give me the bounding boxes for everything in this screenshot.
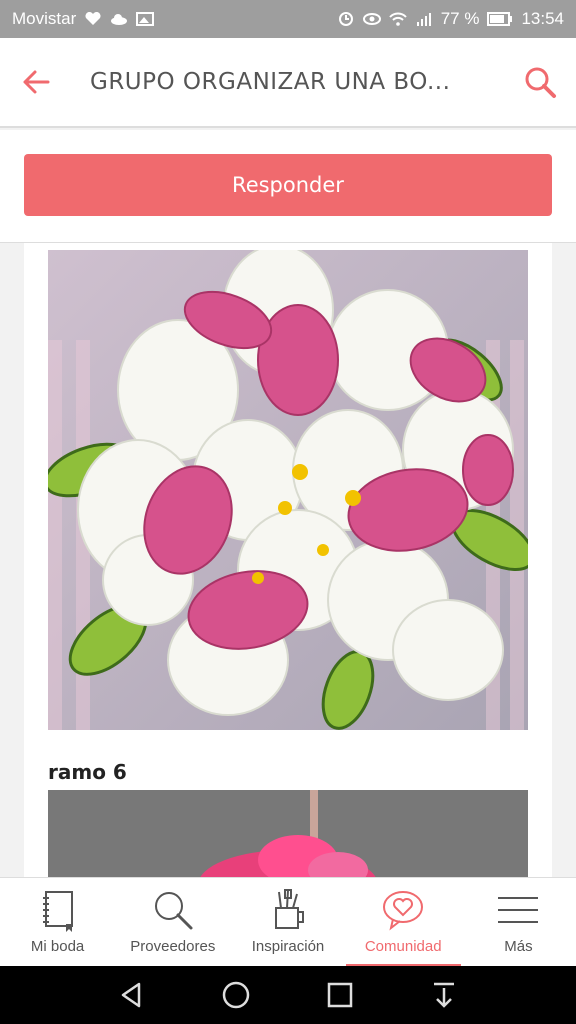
page-title: GRUPO ORGANIZAR UNA BO...	[90, 69, 451, 95]
arrow-left-icon	[23, 70, 50, 94]
nav-label: Proveedores	[130, 938, 216, 955]
post-content: ramo 6	[24, 243, 552, 877]
nav-item-mas[interactable]: Más	[461, 878, 576, 967]
back-button[interactable]	[0, 37, 72, 127]
post-caption: ramo 6	[48, 760, 127, 784]
notebook-icon	[42, 891, 73, 932]
status-bar: Movistar 77 % 13:54	[0, 0, 576, 38]
bottom-navigation: Mi boda Proveedores Inspiración Comunida…	[0, 877, 576, 967]
image-icon	[136, 12, 155, 26]
battery-icon	[487, 12, 513, 26]
nav-label: Comunidad	[364, 938, 442, 955]
tools-cup-icon	[275, 889, 304, 929]
nav-item-comunidad[interactable]: Comunidad	[345, 878, 462, 967]
menu-icon	[498, 897, 539, 923]
clock: 13:54	[521, 9, 564, 28]
recents-square-icon[interactable]	[325, 980, 355, 1010]
nav-item-proveedores[interactable]: Proveedores	[115, 878, 230, 967]
signal-icon	[416, 13, 431, 26]
search-button[interactable]	[504, 37, 576, 127]
heart-chat-icon	[383, 891, 424, 931]
heart-monitor-icon	[85, 12, 101, 25]
system-navigation-bar	[0, 966, 576, 1024]
bouquet-photo	[48, 250, 528, 730]
home-circle-icon[interactable]	[221, 980, 251, 1010]
nav-label: Más	[504, 938, 533, 955]
search-icon	[525, 67, 556, 98]
nav-label: Inspiración	[251, 938, 325, 955]
cloud-icon	[111, 14, 128, 25]
notification-pull-icon[interactable]	[429, 980, 459, 1010]
nav-item-inspiracion[interactable]: Inspiración	[230, 878, 345, 967]
app-bar: GRUPO ORGANIZAR UNA BO...	[0, 38, 576, 128]
battery-percent: 77 %	[440, 9, 480, 28]
reply-area: Responder	[0, 130, 576, 243]
roses-photo	[48, 790, 528, 877]
eye-icon	[362, 13, 381, 25]
carrier-label: Movistar	[12, 9, 77, 28]
nav-item-mi-boda[interactable]: Mi boda	[0, 878, 115, 967]
back-triangle-icon[interactable]	[117, 980, 147, 1010]
nav-label: Mi boda	[30, 938, 85, 955]
wifi-icon	[388, 12, 407, 26]
alarm-icon	[338, 12, 353, 26]
reply-button[interactable]: Responder	[24, 154, 552, 216]
search-icon	[154, 892, 193, 930]
